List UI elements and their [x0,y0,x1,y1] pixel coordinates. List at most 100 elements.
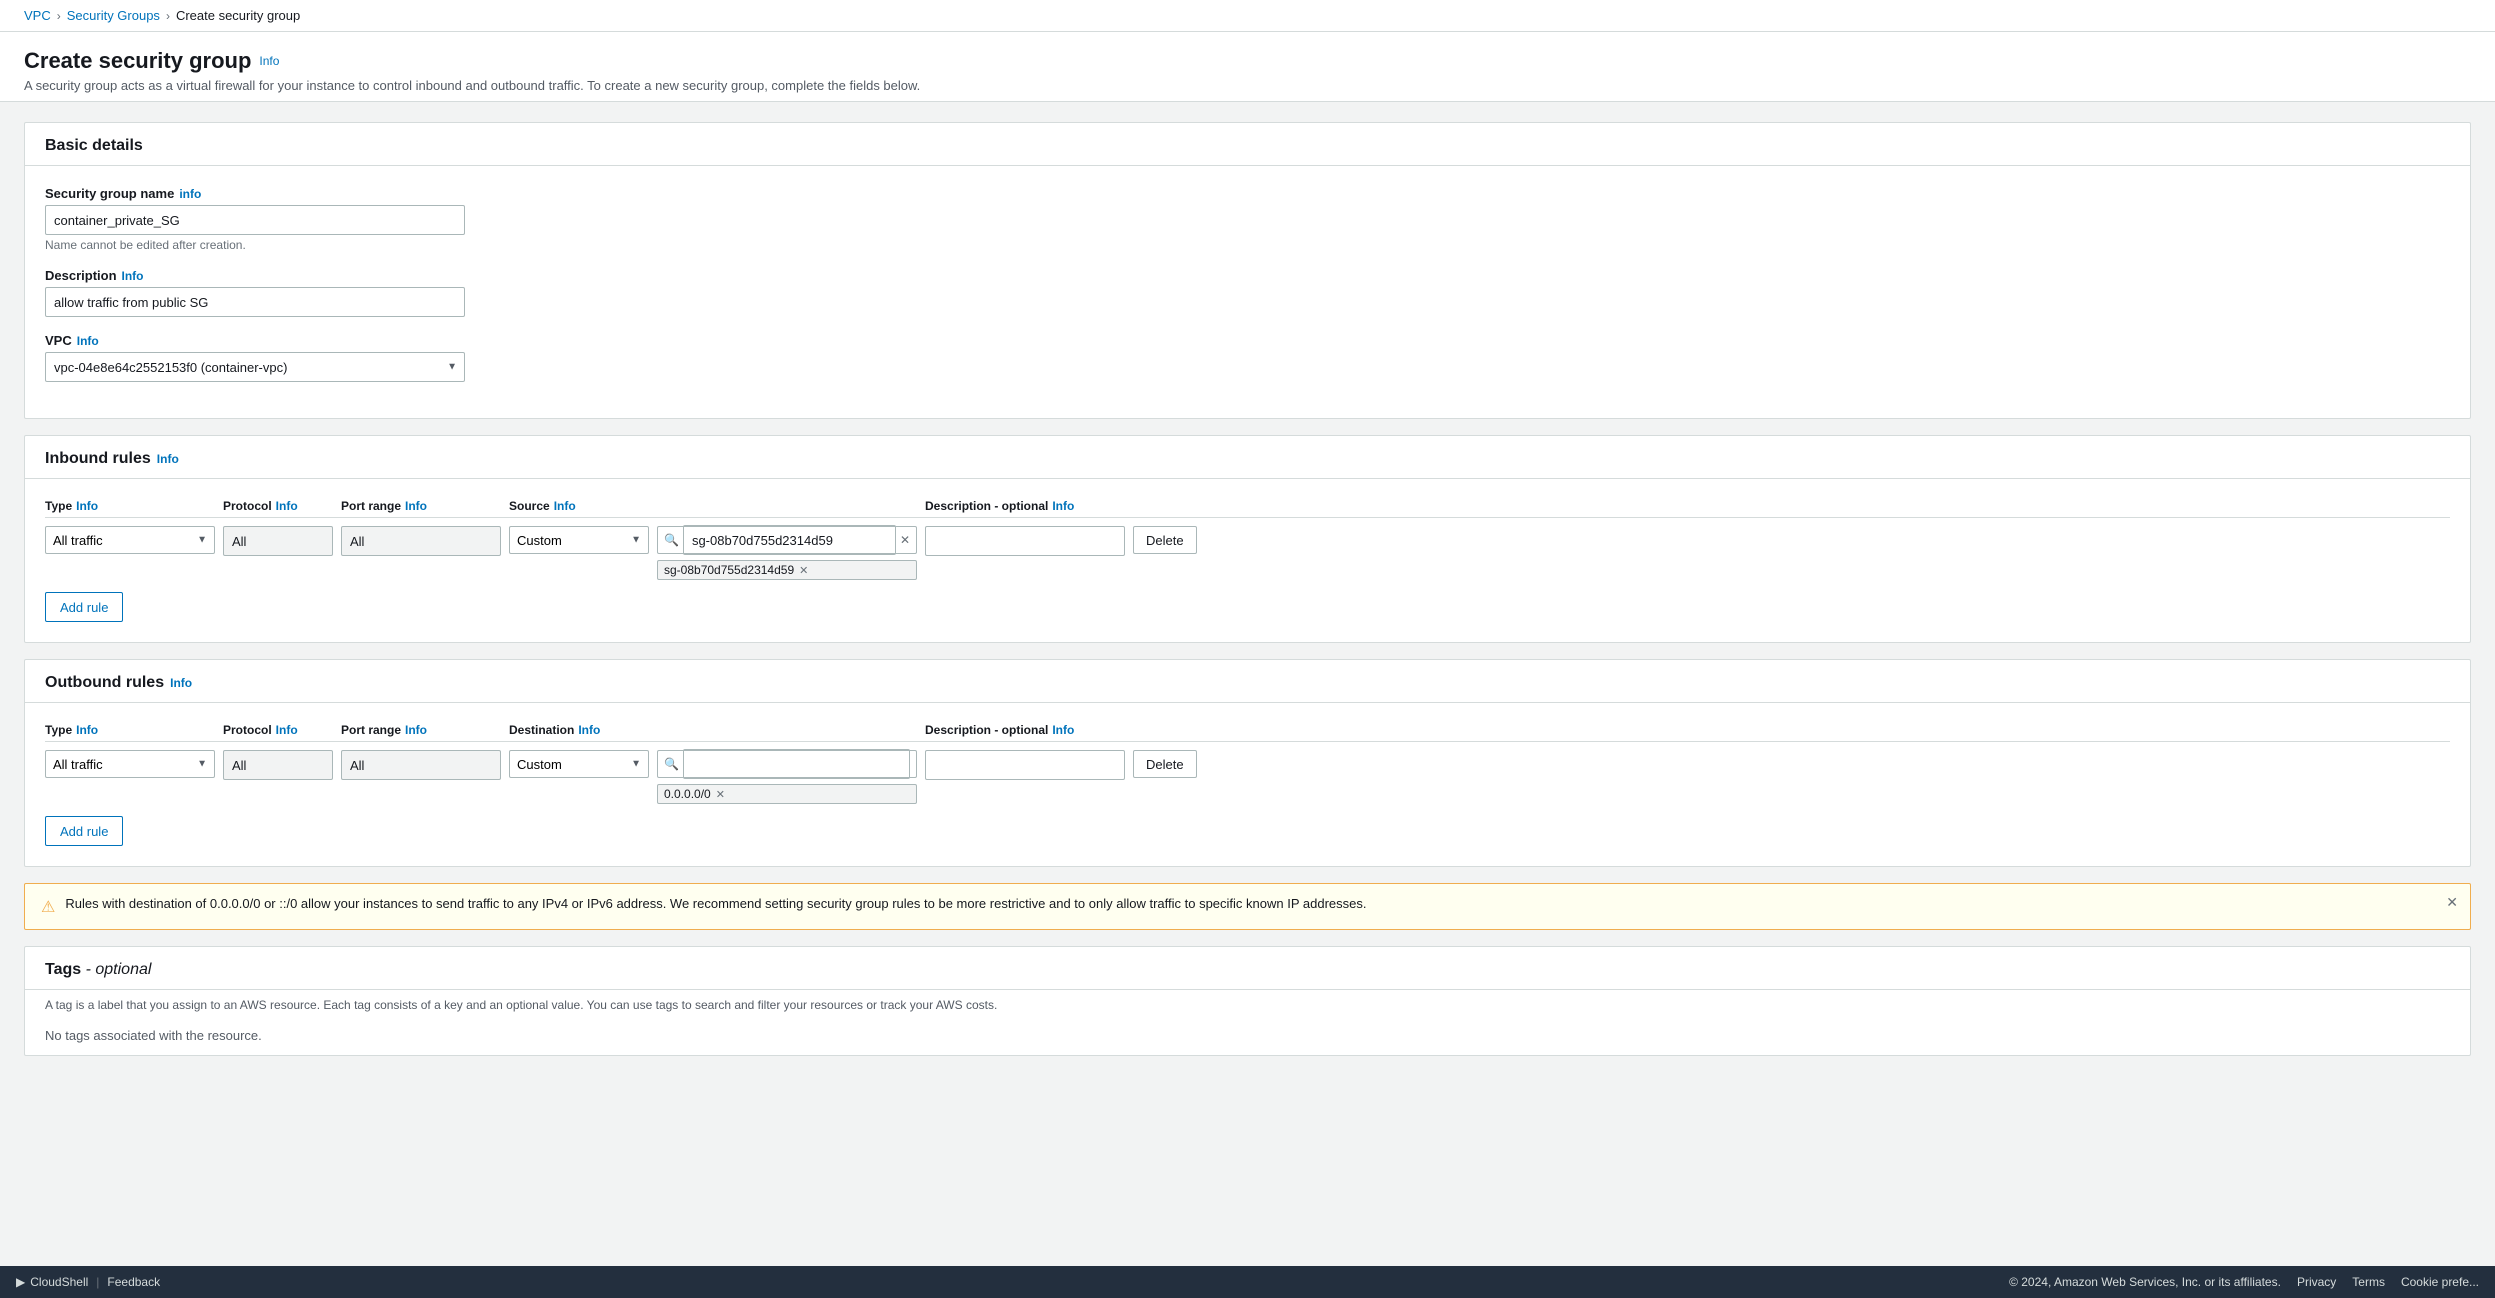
inbound-col-desc-info[interactable]: Info [1052,499,1074,513]
inbound-source-type-cell: Custom ▼ [509,526,649,554]
inbound-type-cell: All traffic ▼ [45,526,215,554]
outbound-dest-container: 🔍 0.0.0.0/0 ✕ [657,750,917,804]
outbound-col-type-info[interactable]: Info [76,723,98,737]
page-info-link[interactable]: Info [259,54,279,68]
sg-vpc-info[interactable]: Info [77,334,99,348]
page-title-row: Create security group Info [24,48,2471,74]
outbound-dest-search-input[interactable] [683,749,910,779]
inbound-rules-info[interactable]: Info [157,452,179,466]
inbound-desc-input[interactable] [925,526,1125,556]
outbound-dest-token: 0.0.0.0/0 ✕ [657,784,917,804]
outbound-desc-input[interactable] [925,750,1125,780]
outbound-rule-row: All traffic ▼ Custom ▼ [45,750,2450,804]
main-content: Basic details Security group name info N… [0,102,2495,1120]
outbound-rules-card: Outbound rules Info Type Info Protocol I… [24,659,2471,867]
basic-details-card: Basic details Security group name info N… [24,122,2471,419]
inbound-col-desc-header: Description - optional Info [925,499,1125,513]
inbound-source-token-remove[interactable]: ✕ [799,564,808,577]
inbound-rules-title: Inbound rules Info [45,450,2450,468]
inbound-col-type-info[interactable]: Info [76,499,98,513]
inbound-protocol-cell [223,526,333,556]
inbound-rules-header: Inbound rules Info [25,436,2470,479]
feedback-link[interactable]: Feedback [107,1275,160,1289]
inbound-source-val-cell: 🔍 ✕ sg-08b70d755d2314d59 ✕ [657,526,917,580]
outbound-col-protocol-info[interactable]: Info [276,723,298,737]
tags-description: A tag is a label that you assign to an A… [25,990,2470,1016]
footer-right: © 2024, Amazon Web Services, Inc. or its… [2009,1275,2479,1289]
inbound-type-select-wrapper: All traffic ▼ [45,526,215,554]
inbound-source-token: sg-08b70d755d2314d59 ✕ [657,560,917,580]
outbound-col-port-info[interactable]: Info [405,723,427,737]
outbound-col-type-header: Type Info [45,723,215,737]
page-header: Create security group Info A security gr… [0,32,2495,102]
inbound-action-cell: Delete [1133,526,1203,554]
tags-card: Tags - optional A tag is a label that yo… [24,946,2471,1056]
sg-description-input[interactable] [45,287,465,317]
outbound-col-dest-info[interactable]: Info [578,723,600,737]
basic-details-body: Security group name info Name cannot be … [25,166,2470,418]
inbound-col-protocol-info[interactable]: Info [276,499,298,513]
outbound-add-rule-button[interactable]: Add rule [45,816,123,846]
outbound-dest-select[interactable]: Custom [509,750,649,778]
outbound-col-port-header: Port range Info [341,723,501,737]
inbound-source-select-wrapper: Custom ▼ [509,526,649,554]
alert-warning-icon: ⚠ [41,897,55,917]
outbound-type-select[interactable]: All traffic [45,750,215,778]
inbound-delete-button[interactable]: Delete [1133,526,1197,554]
outbound-rules-info[interactable]: Info [170,676,192,690]
outbound-col-protocol-header: Protocol Info [223,723,333,737]
breadcrumb-vpc[interactable]: VPC [24,8,51,23]
outbound-protocol-input [223,750,333,780]
terms-link[interactable]: Terms [2352,1275,2385,1289]
outbound-type-select-wrapper: All traffic ▼ [45,750,215,778]
inbound-col-port-info[interactable]: Info [405,499,427,513]
alert-close-icon[interactable]: ✕ [2446,894,2458,911]
inbound-desc-cell [925,526,1125,556]
outbound-rules-header-row: Type Info Protocol Info Port range Info … [45,723,2450,742]
inbound-col-source-info[interactable]: Info [554,499,576,513]
footer-copyright: © 2024, Amazon Web Services, Inc. or its… [2009,1275,2281,1289]
outbound-type-cell: All traffic ▼ [45,750,215,778]
outbound-col-desc-header: Description - optional Info [925,723,1125,737]
cookie-link[interactable]: Cookie prefe... [2401,1275,2479,1289]
sg-name-info[interactable]: info [179,187,201,201]
inbound-source-container: 🔍 ✕ sg-08b70d755d2314d59 ✕ [657,526,917,580]
cloudshell-button[interactable]: ▶ CloudShell [16,1275,88,1289]
outbound-dest-search-wrapper[interactable]: 🔍 [657,750,917,778]
inbound-source-clear-icon[interactable]: ✕ [900,533,910,547]
inbound-source-search-wrapper[interactable]: 🔍 ✕ [657,526,917,554]
basic-details-title: Basic details [45,137,2450,155]
outbound-col-desc-info[interactable]: Info [1052,723,1074,737]
inbound-add-rule-button[interactable]: Add rule [45,592,123,622]
inbound-rules-body: Type Info Protocol Info Port range Info … [25,479,2470,642]
breadcrumb-security-groups[interactable]: Security Groups [67,8,160,23]
footer: ▶ CloudShell | Feedback © 2024, Amazon W… [0,1266,2495,1298]
sg-vpc-select[interactable]: vpc-04e8e64c2552153f0 (container-vpc) [45,352,465,382]
outbound-delete-button[interactable]: Delete [1133,750,1197,778]
outbound-dest-token-remove[interactable]: ✕ [716,788,725,801]
inbound-source-select[interactable]: Custom [509,526,649,554]
sg-name-input[interactable] [45,205,465,235]
inbound-source-search-input[interactable] [683,525,896,555]
no-tags-text: No tags associated with the resource. [25,1016,2470,1055]
outbound-dest-val-cell: 🔍 0.0.0.0/0 ✕ [657,750,917,804]
privacy-link[interactable]: Privacy [2297,1275,2336,1289]
inbound-rules-header-row: Type Info Protocol Info Port range Info … [45,499,2450,518]
outbound-dest-type-cell: Custom ▼ [509,750,649,778]
outbound-search-icon: 🔍 [664,757,679,771]
alert-text: Rules with destination of 0.0.0.0/0 or :… [65,896,2454,911]
outbound-col-dest-header: Destination Info [509,723,649,737]
sg-description-field: Description Info [45,268,2450,317]
outbound-port-cell [341,750,501,780]
breadcrumb-sep-1: › [57,9,61,23]
inbound-type-select[interactable]: All traffic [45,526,215,554]
inbound-port-input [341,526,501,556]
inbound-col-protocol-header: Protocol Info [223,499,333,513]
inbound-rules-card: Inbound rules Info Type Info Protocol In… [24,435,2471,643]
alert-banner: ⚠ Rules with destination of 0.0.0.0/0 or… [24,883,2471,930]
inbound-col-source-header: Source Info [509,499,649,513]
sg-vpc-field: VPC Info vpc-04e8e64c2552153f0 (containe… [45,333,2450,382]
inbound-port-cell [341,526,501,556]
sg-description-info[interactable]: Info [122,269,144,283]
page-title: Create security group [24,48,251,74]
